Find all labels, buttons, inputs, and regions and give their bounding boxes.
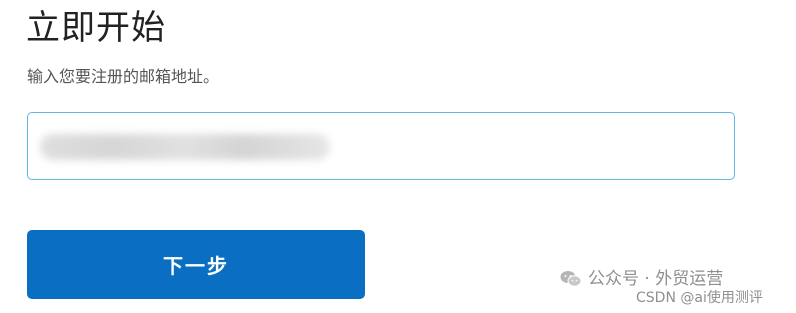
page-subtitle: 输入您要注册的邮箱地址。 [27, 67, 220, 86]
next-step-button[interactable]: 下一步 [27, 230, 365, 299]
watermark-account: 公众号 · 外贸运营 [588, 269, 724, 289]
watermark: 公众号 · 外贸运营 CSDN @ai使用测评 [560, 262, 796, 313]
watermark-source: CSDN @ai使用测评 [636, 290, 763, 306]
wechat-icon [560, 271, 582, 287]
signup-page: 立即开始 输入您要注册的邮箱地址。 下一步 公众号 · 外贸运营 CSDN @a… [0, 0, 796, 313]
page-title: 立即开始 [26, 8, 166, 48]
redacted-email-blur [40, 134, 330, 160]
